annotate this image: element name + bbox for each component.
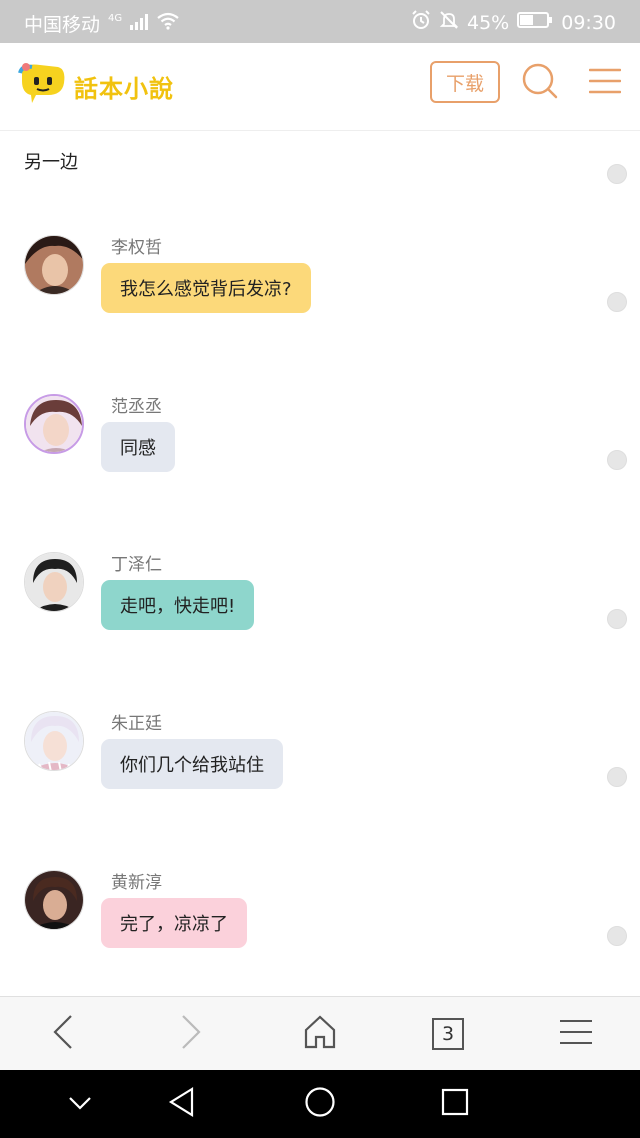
speech-bubble-logo-icon (18, 61, 68, 111)
browser-menu-button[interactable] (551, 1009, 601, 1059)
download-button[interactable]: 下载 (430, 61, 500, 103)
avatar[interactable] (24, 870, 84, 930)
message-bubble: 我怎么感觉背后发凉? (101, 263, 311, 313)
mute-icon (439, 10, 459, 35)
tabs-button[interactable]: 3 (423, 1009, 473, 1059)
status-bar-left: 中国移动 4G (24, 10, 180, 37)
forward-icon (179, 1014, 203, 1054)
forward-button[interactable] (166, 1009, 216, 1059)
comment-dot[interactable] (607, 292, 627, 312)
home-button[interactable] (295, 1009, 345, 1059)
collapse-icon (68, 1095, 92, 1114)
alarm-icon (411, 10, 431, 35)
logo-text: 話本小說 (74, 74, 174, 103)
avatar[interactable] (24, 711, 84, 771)
avatar[interactable] (24, 394, 84, 454)
back-button[interactable] (38, 1009, 88, 1059)
sender-name: 李权哲 (111, 238, 162, 258)
system-back-icon (168, 1087, 196, 1121)
message-bubble: 同感 (101, 422, 175, 472)
chapter-title: 另一边 (24, 152, 78, 173)
app-header: 話本小說 下载 (0, 43, 640, 131)
sender-name: 丁泽仁 (111, 555, 162, 575)
collapse-button[interactable] (60, 1084, 100, 1124)
system-home-icon (304, 1086, 336, 1122)
sender-name: 黄新淳 (111, 873, 162, 893)
status-bar: 中国移动 4G 45% 09:30 (0, 0, 640, 43)
search-button[interactable] (518, 61, 562, 105)
system-recents-button[interactable] (435, 1084, 475, 1124)
tab-count: 3 (441, 1023, 455, 1045)
sender-name: 朱正廷 (111, 714, 162, 734)
clock-label: 09:30 (561, 11, 616, 34)
network-label: 4G (108, 13, 123, 24)
comment-dot[interactable] (607, 450, 627, 470)
app-logo[interactable]: 話本小說 (18, 61, 174, 111)
system-recents-icon (441, 1088, 469, 1120)
system-nav-bar (0, 1070, 640, 1138)
comment-dot[interactable] (607, 926, 627, 946)
avatar[interactable] (24, 552, 84, 612)
carrier-label: 中国移动 (24, 14, 101, 36)
back-icon (51, 1014, 75, 1054)
message-bubble: 你们几个给我站住 (101, 739, 283, 789)
system-home-button[interactable] (300, 1084, 340, 1124)
menu-button[interactable] (583, 61, 627, 105)
battery-label: 45% (467, 11, 510, 34)
menu-icon (588, 67, 622, 99)
home-icon (303, 1015, 337, 1053)
battery-icon (517, 11, 553, 34)
browser-toolbar: 3 (0, 996, 640, 1071)
wifi-icon (156, 12, 180, 35)
tabs-icon: 3 (432, 1018, 464, 1050)
sender-name: 范丞丞 (111, 397, 162, 417)
avatar[interactable] (24, 235, 84, 295)
system-back-button[interactable] (162, 1084, 202, 1124)
hamburger-icon (559, 1019, 593, 1049)
comment-dot[interactable] (607, 609, 627, 629)
message-bubble: 完了，凉凉了 (101, 898, 247, 948)
comment-dot[interactable] (607, 767, 627, 787)
status-bar-right: 45% 09:30 (411, 10, 616, 35)
signal-icon (130, 13, 149, 35)
message-bubble: 走吧，快走吧! (101, 580, 255, 630)
search-icon (521, 62, 559, 104)
comment-dot[interactable] (607, 164, 627, 184)
